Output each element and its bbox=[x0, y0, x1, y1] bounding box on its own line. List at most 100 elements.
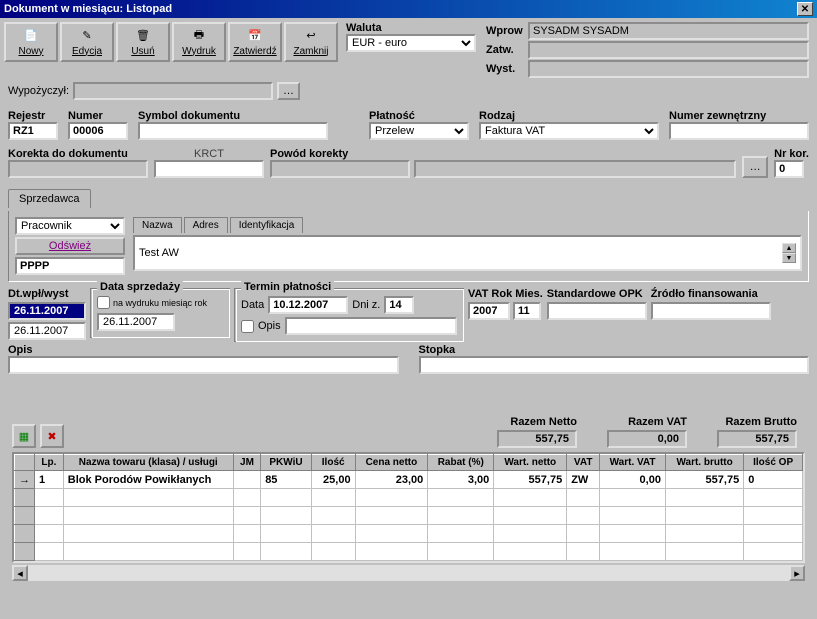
numer-label: Numer bbox=[68, 110, 128, 122]
add-icon: ▦ bbox=[19, 430, 29, 443]
col-wvat[interactable]: Wart. VAT bbox=[600, 455, 666, 471]
close-button[interactable]: ↩Zamknij bbox=[284, 22, 338, 62]
termin-data-input[interactable] bbox=[268, 296, 348, 314]
col-pkwiu[interactable]: PKWiU bbox=[261, 455, 312, 471]
sprzedawca-code-input[interactable] bbox=[15, 257, 125, 275]
refresh-button[interactable]: Odśwież bbox=[15, 237, 125, 255]
opis-input[interactable] bbox=[8, 356, 399, 374]
col-vat[interactable]: VAT bbox=[567, 455, 600, 471]
subtab-nazwa[interactable]: Nazwa bbox=[133, 217, 182, 233]
wypozyczyl-value bbox=[73, 82, 273, 100]
brutto-label: Razem Brutto bbox=[725, 416, 797, 428]
sprzedawca-nazwa-value: Test AW bbox=[139, 247, 179, 259]
zatw-value bbox=[528, 41, 809, 59]
col-lp[interactable]: Lp. bbox=[35, 455, 64, 471]
edit-button[interactable]: ✎Edycja bbox=[60, 22, 114, 62]
delete-row-button[interactable]: ✖ bbox=[40, 424, 64, 448]
approve-button[interactable]: 📅Zatwierdź bbox=[228, 22, 282, 62]
currency-label: Waluta bbox=[346, 22, 476, 34]
delete-button[interactable]: 🗑Usuń bbox=[116, 22, 170, 62]
table-row[interactable] bbox=[15, 543, 803, 561]
col-wnetto[interactable]: Wart. netto bbox=[494, 455, 567, 471]
calendar-check-icon: 📅 bbox=[247, 28, 263, 44]
rodzaj-select[interactable]: Faktura VAT bbox=[479, 122, 659, 140]
col-rabat[interactable]: Rabat (%) bbox=[428, 455, 494, 471]
print-button[interactable]: 🖶Wydruk bbox=[172, 22, 226, 62]
korekta-label: Korekta do dokumentu bbox=[8, 148, 148, 160]
std-opk-input[interactable] bbox=[547, 302, 647, 320]
netto-value: 557,75 bbox=[497, 430, 577, 448]
na-wydruku-label: na wydruku miesiąc rok bbox=[113, 298, 207, 308]
new-button[interactable]: 📄Nowy bbox=[4, 22, 58, 62]
wypozyczyl-lookup-button[interactable]: … bbox=[277, 82, 300, 100]
spin-up-button[interactable]: ▲ bbox=[782, 243, 796, 253]
items-grid[interactable]: Lp. Nazwa towaru (klasa) / usługi JM PKW… bbox=[12, 452, 805, 563]
rejestr-input[interactable] bbox=[8, 122, 58, 140]
row-selector-header bbox=[15, 455, 35, 471]
nrkor-input[interactable] bbox=[774, 160, 804, 178]
table-row[interactable] bbox=[15, 525, 803, 543]
row-indicator: → bbox=[15, 471, 35, 489]
numer-zew-input[interactable] bbox=[669, 122, 809, 140]
subtab-identyfikacja[interactable]: Identyfikacja bbox=[230, 217, 304, 233]
window-titlebar: Dokument w miesiącu: Listopad ✕ bbox=[0, 0, 817, 18]
wprow-label: Wprow bbox=[486, 25, 528, 37]
data-sprz-value[interactable]: 26.11.2007 bbox=[97, 313, 175, 331]
add-row-button[interactable]: ▦ bbox=[12, 424, 36, 448]
spin-down-button[interactable]: ▼ bbox=[782, 253, 796, 263]
wyst-value bbox=[528, 60, 809, 78]
termin-label: Termin płatności bbox=[241, 281, 334, 293]
sprzedawca-type-select[interactable]: Pracownik bbox=[15, 217, 125, 235]
dni-input[interactable] bbox=[384, 296, 414, 314]
col-nazwa[interactable]: Nazwa towaru (klasa) / usługi bbox=[63, 455, 233, 471]
exit-icon: ↩ bbox=[303, 28, 319, 44]
zrodlo-input[interactable] bbox=[651, 302, 771, 320]
platnosc-select[interactable]: Przelew bbox=[369, 122, 469, 140]
dni-label: Dni z. bbox=[352, 299, 380, 311]
tab-sprzedawca[interactable]: Sprzedawca bbox=[8, 189, 91, 208]
window-title: Dokument w miesiącu: Listopad bbox=[4, 3, 172, 15]
vat-rok-input[interactable] bbox=[468, 302, 510, 320]
table-row[interactable]: → 1 Blok Porodów Powikłanych 85 25,00 23… bbox=[15, 471, 803, 489]
data-sprz-label: Data sprzedaży bbox=[97, 281, 183, 293]
trash-icon: 🗑 bbox=[135, 28, 151, 44]
korekta-mid-label: KRCT bbox=[194, 148, 224, 160]
table-row[interactable] bbox=[15, 507, 803, 525]
stopka-input[interactable] bbox=[419, 356, 810, 374]
table-row[interactable] bbox=[15, 489, 803, 507]
col-ilosc[interactable]: Ilość bbox=[311, 455, 355, 471]
zatw-label: Zatw. bbox=[486, 44, 528, 56]
dt-wpl-value[interactable]: 26.11.2007 bbox=[8, 302, 86, 320]
horizontal-scrollbar[interactable]: ◂ ▸ bbox=[12, 565, 805, 581]
subtab-adres[interactable]: Adres bbox=[184, 217, 228, 233]
dt-wpl2-value[interactable]: 26.11.2007 bbox=[8, 322, 86, 340]
std-opk-label: Standardowe OPK bbox=[547, 288, 647, 300]
pencil-icon: ✎ bbox=[79, 28, 95, 44]
opis-label: Opis bbox=[8, 344, 399, 356]
col-iop[interactable]: Ilość OP bbox=[744, 455, 803, 471]
vat-label: Razem VAT bbox=[628, 416, 687, 428]
opis-chk-input[interactable] bbox=[285, 317, 457, 335]
powod-label: Powód korekty bbox=[270, 148, 736, 160]
close-icon[interactable]: ✕ bbox=[797, 2, 813, 16]
printer-icon: 🖶 bbox=[191, 28, 207, 44]
col-jm[interactable]: JM bbox=[233, 455, 260, 471]
currency-select[interactable]: EUR - euro bbox=[346, 34, 476, 52]
numer-zew-label: Numer zewnętrzny bbox=[669, 110, 809, 122]
scroll-right-button[interactable]: ▸ bbox=[789, 565, 805, 581]
powod-lookup-button[interactable]: … bbox=[742, 156, 768, 178]
powod-value2 bbox=[414, 160, 736, 178]
col-cena[interactable]: Cena netto bbox=[355, 455, 428, 471]
symbol-input[interactable] bbox=[138, 122, 328, 140]
opis-checkbox[interactable] bbox=[241, 320, 254, 333]
korekta-mid-input[interactable] bbox=[154, 160, 264, 178]
col-wbrutto[interactable]: Wart. brutto bbox=[665, 455, 743, 471]
na-wydruku-checkbox[interactable] bbox=[97, 296, 110, 309]
delete-icon: ✖ bbox=[47, 430, 56, 443]
data-label: Data bbox=[241, 299, 264, 311]
scroll-left-button[interactable]: ◂ bbox=[12, 565, 28, 581]
vat-mies-input[interactable] bbox=[513, 302, 541, 320]
stopka-label: Stopka bbox=[419, 344, 810, 356]
numer-input[interactable] bbox=[68, 122, 128, 140]
scroll-track[interactable] bbox=[28, 565, 789, 581]
